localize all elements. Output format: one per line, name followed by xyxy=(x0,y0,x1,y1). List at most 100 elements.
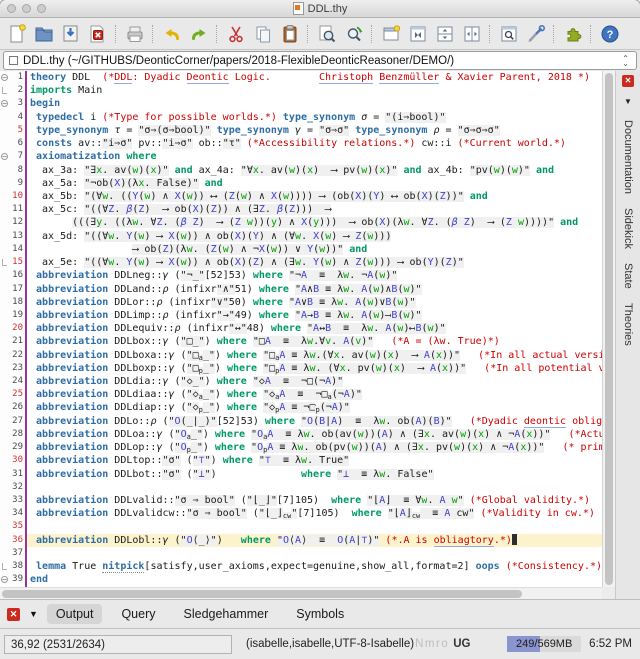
line-number: 31 xyxy=(9,468,25,481)
unsplit-button[interactable] xyxy=(404,20,431,47)
code-line[interactable]: 27 abbreviation DDLo::ρ ("O(_|_)"[52]53)… xyxy=(0,415,602,428)
vertical-scrollbar-thumb[interactable] xyxy=(605,73,613,585)
dock-tab-documentation[interactable]: Documentation xyxy=(622,120,634,194)
code-line[interactable]: 23 abbreviation DDLboxp::γ ("□p_") where… xyxy=(0,362,602,375)
save-file-button[interactable] xyxy=(57,20,84,47)
code-text: ax_5d: "((∀w. Y(w) ⟶ X(w)) ∧ ob(X)(Y) ∧ … xyxy=(25,230,602,243)
fold-marker-icon[interactable]: − xyxy=(0,71,9,84)
code-line[interactable]: 19 abbreviation DDLimp::ρ (infixr"→"49) … xyxy=(0,309,602,322)
code-line[interactable]: 22 abbreviation DDLboxa::γ ("□a_") where… xyxy=(0,349,602,362)
code-line[interactable]: 8 ax_3a: "∃x. av(w)(x)" and ax_4a: "∀x. … xyxy=(0,164,602,177)
dock-close-icon[interactable]: ✕ xyxy=(622,75,634,87)
code-line[interactable]: 18 abbreviation DDLor::ρ (infixr"∨"50) w… xyxy=(0,296,602,309)
fold-marker-icon[interactable] xyxy=(0,84,9,97)
code-line[interactable]: 30 abbreviation DDLtop::"σ" ("⊤") where … xyxy=(0,454,602,467)
code-editor[interactable]: −1theory DDL (*DDL: Dyadic Deontic Logic… xyxy=(0,71,602,587)
code-line[interactable]: 32 xyxy=(0,481,602,494)
new-view-icon xyxy=(380,23,402,45)
fold-marker-icon[interactable]: − xyxy=(0,150,9,163)
code-text: axiomatization where xyxy=(25,150,602,163)
code-line[interactable]: 36 abbreviation DDLobl::γ ("O⟨_⟩") where… xyxy=(0,534,602,547)
bottom-dock-menu-caret-icon[interactable]: ▼ xyxy=(29,609,38,619)
new-file-button[interactable] xyxy=(3,20,30,47)
code-line[interactable]: 33 abbreviation DDLvalid::"σ ⇒ bool" ("⌊… xyxy=(0,494,602,507)
fold-gutter xyxy=(0,164,9,177)
tab-sledgehammer[interactable]: Sledgehammer xyxy=(175,604,278,624)
tab-symbols[interactable]: Symbols xyxy=(287,604,353,624)
buffer-switcher[interactable]: DDL.thy (~/GITHUBS/DeonticCorner/papers/… xyxy=(3,51,637,70)
code-line[interactable]: 31 abbreviation DDLbot::"σ" ("⊥") where … xyxy=(0,468,602,481)
file-browser-button[interactable] xyxy=(495,20,522,47)
new-view-button[interactable] xyxy=(377,20,404,47)
code-line[interactable]: −39end xyxy=(0,573,602,586)
copy-button[interactable] xyxy=(249,20,276,47)
code-line[interactable]: 38 lemma True nitpick[satisfy,user_axiom… xyxy=(0,560,602,573)
code-line[interactable]: −3begin xyxy=(0,97,602,110)
code-line[interactable]: 13 ax_5d: "((∀w. Y(w) ⟶ X(w)) ∧ ob(X)(Y)… xyxy=(0,230,602,243)
code-line[interactable]: 21 abbreviation DDLbox::γ ("□_") where "… xyxy=(0,335,602,348)
close-buffer-button[interactable] xyxy=(84,20,111,47)
settings-button[interactable] xyxy=(522,20,549,47)
code-line[interactable]: 16 abbreviation DDLneg::γ ("¬_"[52]53) w… xyxy=(0,269,602,282)
tab-query[interactable]: Query xyxy=(112,604,164,624)
fold-marker-icon[interactable] xyxy=(0,560,9,573)
code-line[interactable]: 25 abbreviation DDLdiaa::γ ("◇a_") where… xyxy=(0,388,602,401)
code-line[interactable]: 17 abbreviation DDLand::ρ (infixr"∧"51) … xyxy=(0,283,602,296)
line-number: 13 xyxy=(9,230,25,243)
open-file-button[interactable] xyxy=(30,20,57,47)
help-button[interactable]: ? xyxy=(596,20,623,47)
code-line[interactable]: 2imports Main xyxy=(0,84,602,97)
find-button[interactable] xyxy=(313,20,340,47)
code-line[interactable]: 10 ax_5b: "(∀w. ((Y(w) ∧ X(w)) ⟷ (Z(w) ∧… xyxy=(0,190,602,203)
code-text: abbreviation DDLboxa::γ ("□a_") where "□… xyxy=(25,349,602,362)
code-line[interactable]: −1theory DDL (*DDL: Dyadic Deontic Logic… xyxy=(0,71,602,84)
fold-gutter xyxy=(0,269,9,282)
dock-tab-theories[interactable]: Theories xyxy=(622,303,634,346)
code-line[interactable]: 20 abbreviation DDLequiv::ρ (infixr"↔"48… xyxy=(0,322,602,335)
code-line[interactable]: 24 abbreviation DDLdia::γ ("◇_") where "… xyxy=(0,375,602,388)
cut-button[interactable] xyxy=(222,20,249,47)
code-line[interactable]: 11 ax_5c: "((∀Z. β(Z) ⟶ ob(X)(Z)) ∧ (∃Z.… xyxy=(0,203,602,216)
find-replace-button[interactable] xyxy=(340,20,367,47)
paste-button[interactable] xyxy=(276,20,303,47)
code-line[interactable]: 35 xyxy=(0,520,602,533)
line-number: 12 xyxy=(9,216,25,229)
code-text: end xyxy=(25,573,602,586)
bottom-dock-close-icon[interactable]: ✕ xyxy=(7,608,20,621)
dock-menu-caret-icon[interactable]: ▼ xyxy=(624,97,632,106)
code-line[interactable]: 15 ax_5e: "((∀w. Y(w) ⟶ X(w)) ∧ ob(X)(Z)… xyxy=(0,256,602,269)
code-line[interactable]: 6 consts av::"i⇒σ" pv::"i⇒σ" ob::"τ" (*A… xyxy=(0,137,602,150)
code-line[interactable]: 14 ⟶ ob(Z)(λw. (Z(w) ∧ ¬X(w)) ∨ Y(w))" a… xyxy=(0,243,602,256)
dock-tab-sidekick[interactable]: Sidekick xyxy=(622,208,634,249)
code-line[interactable]: 4 typedecl i (*Type for possible worlds.… xyxy=(0,111,602,124)
fold-marker-icon[interactable] xyxy=(0,256,9,269)
print-button[interactable] xyxy=(121,20,148,47)
code-line[interactable]: 9 ax_5a: "¬ob(X)(λx. False)" and xyxy=(0,177,602,190)
code-line[interactable]: 26 abbreviation DDLdiap::γ ("◇p_") where… xyxy=(0,401,602,414)
fold-marker-icon[interactable]: − xyxy=(0,573,9,586)
memory-gauge[interactable]: 249/569MB xyxy=(507,636,581,652)
code-line[interactable]: 28 abbreviation DDLoa::γ ("Oa_") where "… xyxy=(0,428,602,441)
code-line[interactable]: 37 xyxy=(0,547,602,560)
undo-button[interactable] xyxy=(158,20,185,47)
toolbar-separator xyxy=(553,25,555,43)
dock-tab-state[interactable]: State xyxy=(622,263,634,289)
split-horizontal-button[interactable] xyxy=(431,20,458,47)
split-vertical-button[interactable] xyxy=(458,20,485,47)
buffer-dropdown-stepper[interactable]: ⌃⌄ xyxy=(620,56,631,66)
vertical-scrollbar[interactable] xyxy=(602,71,615,587)
code-line[interactable]: 12 (((∃y. ((λw. ∀Z. (β Z) ⟶ (Z w))(y) ∧ … xyxy=(0,216,602,229)
code-line[interactable]: 29 abbreviation DDLop::γ ("Op_") where "… xyxy=(0,441,602,454)
code-line[interactable]: −7 axiomatization where xyxy=(0,150,602,163)
code-line[interactable]: 34 abbreviation DDLvalidcw::"σ ⇒ bool" (… xyxy=(0,507,602,520)
plugin-manager-button[interactable] xyxy=(559,20,586,47)
fold-marker-icon[interactable]: − xyxy=(0,97,9,110)
fold-gutter xyxy=(0,137,9,150)
horizontal-scrollbar[interactable] xyxy=(0,587,602,599)
code-text: type_synonym τ = "σ⇒(σ⇒bool)" type_synon… xyxy=(25,124,602,137)
redo-button[interactable] xyxy=(185,20,212,47)
code-line[interactable]: 5 type_synonym τ = "σ⇒(σ⇒bool)" type_syn… xyxy=(0,124,602,137)
bottom-dock-bar: ✕ ▼ Output Query Sledgehammer Symbols xyxy=(0,599,640,628)
horizontal-scrollbar-thumb[interactable] xyxy=(2,590,522,598)
tab-output[interactable]: Output xyxy=(47,604,103,624)
